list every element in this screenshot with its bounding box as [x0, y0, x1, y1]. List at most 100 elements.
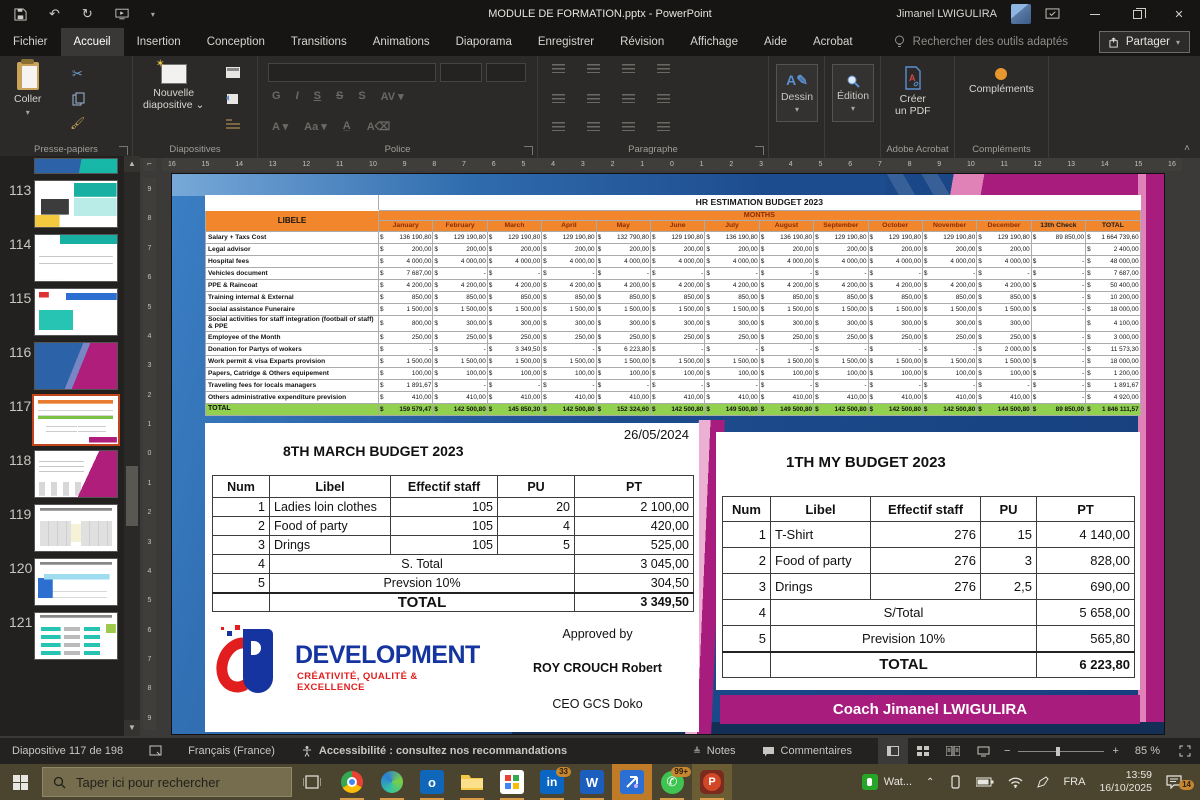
- columns-button[interactable]: [587, 94, 600, 103]
- thumbnail-item[interactable]: 118: [0, 450, 124, 498]
- zoom-knob[interactable]: [1056, 746, 1061, 756]
- outlook-icon[interactable]: o: [412, 764, 452, 800]
- save-icon[interactable]: [14, 7, 27, 21]
- view-normal-button[interactable]: [878, 738, 909, 764]
- clear-format-button[interactable]: A⌫: [367, 120, 391, 133]
- notes-toggle[interactable]: ≜ Notes: [693, 745, 735, 757]
- tab-acrobat[interactable]: Acrobat: [800, 28, 866, 56]
- thumbnail-item[interactable]: 114: [0, 234, 124, 282]
- justify-button[interactable]: [657, 122, 670, 131]
- strikethrough-button[interactable]: S: [336, 90, 343, 103]
- align-left-button[interactable]: [552, 122, 565, 131]
- restore-button[interactable]: [1116, 0, 1158, 28]
- slide-thumbnail-119[interactable]: [34, 504, 118, 552]
- slide-thumbnail-117[interactable]: [32, 394, 120, 446]
- comments-toggle[interactable]: Commentaires: [762, 745, 852, 757]
- hr-budget-sheet[interactable]: HR ESTIMATION BUDGET 2023 LIBELE MONTHS Jan…: [205, 195, 1141, 416]
- close-button[interactable]: ✕: [1158, 0, 1200, 28]
- taskbar-search[interactable]: Taper ici pour rechercher: [42, 767, 292, 797]
- font-color-button[interactable]: A ▾: [272, 120, 288, 133]
- slide-thumbnail-115[interactable]: [34, 288, 118, 336]
- slide-thumbnail-113[interactable]: [34, 180, 118, 228]
- tab-affichage[interactable]: Affichage: [677, 28, 751, 56]
- font-dialog-launcher[interactable]: [524, 146, 533, 155]
- input-language[interactable]: FRA: [1063, 776, 1085, 788]
- qat-customize-icon[interactable]: ▾: [151, 10, 155, 19]
- slide-thumbnail-120[interactable]: [34, 558, 118, 606]
- tab-animations[interactable]: Animations: [360, 28, 443, 56]
- tab-enregistrer[interactable]: Enregistrer: [525, 28, 607, 56]
- display-settings-icon[interactable]: [149, 745, 162, 757]
- indent-button[interactable]: [552, 94, 565, 103]
- view-sorter-button[interactable]: [908, 738, 938, 764]
- paste-button[interactable]: Coller ▾: [14, 59, 41, 117]
- tray-expand-icon[interactable]: ⌃: [926, 777, 934, 788]
- font-grow-shrink[interactable]: [486, 63, 526, 82]
- align-right-button[interactable]: [622, 122, 635, 131]
- slide-counter[interactable]: Diapositive 117 de 198: [12, 745, 123, 757]
- font-size-combo[interactable]: [440, 63, 482, 82]
- font-name-combo[interactable]: [268, 63, 436, 82]
- tab-révision[interactable]: Révision: [607, 28, 677, 56]
- zoom-out-icon[interactable]: −: [1004, 745, 1010, 757]
- text-shadow-button[interactable]: S: [358, 90, 365, 103]
- tell-me-search[interactable]: Rechercher des outils adaptés: [894, 28, 1068, 56]
- clipboard-dialog-launcher[interactable]: [119, 146, 128, 155]
- scroll-down-icon[interactable]: ▼: [124, 720, 140, 736]
- line-spacing-button[interactable]: [622, 64, 635, 73]
- accessibility-status[interactable]: Accessibilité : consultez nos recommanda…: [301, 745, 567, 757]
- whatsapp-icon[interactable]: ✆ 99+: [652, 764, 692, 800]
- minimize-button[interactable]: [1074, 0, 1116, 28]
- thumbnail-item[interactable]: 117: [0, 394, 124, 446]
- tab-aide[interactable]: Aide: [751, 28, 800, 56]
- tab-accueil[interactable]: Accueil: [60, 28, 124, 56]
- section-icon[interactable]: [225, 118, 241, 131]
- tab-transitions[interactable]: Transitions: [278, 28, 360, 56]
- account-name[interactable]: Jimanel LWIGULIRA: [896, 8, 997, 20]
- paragraph-dialog-launcher[interactable]: [755, 146, 764, 155]
- your-phone-icon[interactable]: [948, 775, 962, 789]
- edge-icon[interactable]: [372, 764, 412, 800]
- char-spacing-button[interactable]: AV ▾: [381, 90, 404, 103]
- view-slideshow-button[interactable]: [968, 738, 998, 764]
- tab-stop-selector[interactable]: ⌐: [143, 158, 156, 171]
- italic-button[interactable]: I: [296, 90, 299, 103]
- draw-button[interactable]: A✎ Dessin ▾: [776, 64, 818, 122]
- create-pdf-button[interactable]: A Créer un PDF: [895, 66, 931, 117]
- slide-thumbnail-114[interactable]: [34, 234, 118, 282]
- bold-button[interactable]: G: [272, 90, 281, 103]
- word-icon[interactable]: W: [572, 764, 612, 800]
- reset-slide-icon[interactable]: [225, 92, 240, 106]
- vertical-ruler[interactable]: 9 8 7 6 5 4 3 2 1 0 1 2 3 4 5 6 7 8 9: [143, 178, 156, 730]
- change-case-button[interactable]: Aa ▾: [304, 120, 327, 133]
- bullets-button[interactable]: [552, 64, 565, 73]
- share-button[interactable]: Partager ▾: [1098, 31, 1190, 53]
- slide-thumbnail-116[interactable]: [34, 342, 118, 390]
- align-text-button[interactable]: [622, 94, 635, 103]
- start-button[interactable]: [0, 764, 40, 800]
- thumbnail-scrollbar[interactable]: ▲ ▼: [124, 156, 140, 736]
- linkedin-icon[interactable]: in 33: [532, 764, 572, 800]
- smartart-convert-button[interactable]: [657, 94, 670, 103]
- copy-icon[interactable]: [72, 92, 86, 106]
- zoom-slider[interactable]: − +: [1004, 745, 1119, 757]
- tab-conception[interactable]: Conception: [194, 28, 278, 56]
- file-explorer-icon[interactable]: [452, 764, 492, 800]
- avatar[interactable]: [1011, 4, 1031, 24]
- thumbnail-item[interactable]: 121: [0, 612, 124, 660]
- thumbnail-item[interactable]: 120: [0, 558, 124, 606]
- thumbnail-item[interactable]: 113: [0, 180, 124, 228]
- tab-fichier[interactable]: Fichier: [0, 28, 61, 56]
- thumbnail-item[interactable]: 119: [0, 504, 124, 552]
- presenter-display-icon[interactable]: [1045, 8, 1060, 20]
- thumbnail-item[interactable]: [0, 158, 124, 174]
- layout-icon[interactable]: [225, 66, 241, 79]
- underline-button[interactable]: S: [314, 90, 321, 103]
- powerpoint-icon[interactable]: P: [692, 764, 732, 800]
- scroll-up-icon[interactable]: ▲: [124, 156, 140, 172]
- align-center-button[interactable]: [587, 122, 600, 131]
- format-painter-icon[interactable]: 🖌: [70, 116, 85, 130]
- numbering-button[interactable]: [587, 64, 600, 73]
- zoom-level[interactable]: 85 %: [1135, 745, 1160, 757]
- app-arrow-icon[interactable]: [612, 764, 652, 800]
